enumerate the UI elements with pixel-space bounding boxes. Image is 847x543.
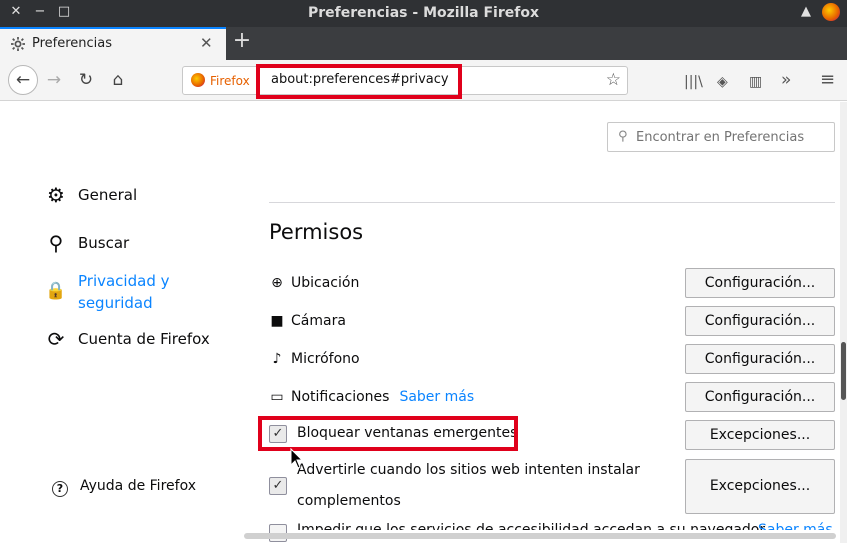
camera-icon: ■: [270, 313, 284, 329]
close-tab-icon[interactable]: ✕: [200, 34, 213, 52]
gear-icon: [11, 37, 25, 51]
warn-addons-label[interactable]: Advertirle cuando los sitios web intente…: [297, 455, 640, 517]
help-icon: ?: [52, 481, 68, 497]
hamburger-menu-icon[interactable]: ≡: [820, 69, 835, 90]
bookmark-star-icon[interactable]: ☆: [606, 70, 621, 90]
firefox-logo-icon: [822, 3, 840, 21]
camera-settings-button[interactable]: Configuración...: [685, 306, 835, 336]
location-icon: ⊕: [271, 275, 283, 291]
permission-camera: ■ Cámara: [270, 313, 346, 329]
overflow-icon[interactable]: »: [781, 70, 791, 90]
category-label: Buscar: [78, 234, 130, 252]
lock-icon: 🔒: [45, 281, 67, 301]
up-arrow-icon[interactable]: ▲: [798, 4, 814, 20]
preferences-search-input[interactable]: ⚲ Encontrar en Preferencias: [607, 122, 835, 152]
vertical-scrollbar[interactable]: [840, 102, 847, 543]
notifications-settings-button[interactable]: Configuración...: [685, 382, 835, 412]
home-button[interactable]: ⌂: [104, 66, 132, 94]
sync-icon: ⟳: [47, 327, 65, 351]
search-icon: ⚲: [618, 129, 628, 144]
permissions-heading: Permisos: [269, 220, 364, 244]
mouse-cursor-icon: [290, 448, 304, 469]
category-label: Cuenta de Firefox: [78, 330, 210, 348]
reload-button[interactable]: ↻: [72, 66, 100, 94]
help-link[interactable]: ? Ayuda de Firefox: [52, 478, 196, 497]
permission-notifications: ▭ Notificaciones Saber más: [270, 389, 475, 405]
category-general[interactable]: ⚙ General: [44, 184, 137, 208]
category-privacy[interactable]: 🔒 Privacidad y seguridad: [44, 270, 169, 314]
sidebar-icon[interactable]: ▥: [749, 74, 762, 90]
warn-addons-checkbox[interactable]: ✓: [269, 477, 287, 495]
microphone-settings-button[interactable]: Configuración...: [685, 344, 835, 374]
section-divider: [269, 202, 835, 203]
addons-exceptions-button[interactable]: Excepciones...: [685, 459, 835, 514]
tab-label: Preferencias: [32, 36, 113, 51]
scroll-thumb[interactable]: [841, 342, 846, 400]
notification-icon: ▭: [270, 389, 284, 405]
horizontal-scrollbar[interactable]: [244, 533, 836, 539]
help-label: Ayuda de Firefox: [80, 478, 196, 494]
popup-exceptions-button[interactable]: Excepciones...: [685, 420, 835, 450]
tab-preferences[interactable]: Preferencias ✕: [0, 27, 226, 60]
title-bar: ✕ − □ Preferencias - Mozilla Firefox ▲: [0, 0, 847, 27]
firefox-icon: [191, 73, 205, 87]
block-popups-highlight-box: [258, 416, 518, 451]
category-label: Privacidad y seguridad: [78, 272, 170, 312]
permission-microphone: ♪ Micrófono: [269, 351, 360, 367]
notifications-learn-more-link[interactable]: Saber más: [399, 389, 474, 405]
permission-location: ⊕ Ubicación: [269, 275, 359, 291]
gear-icon: ⚙: [47, 183, 65, 207]
magnifier-icon: ⚲: [48, 231, 64, 255]
identity-box[interactable]: Firefox: [191, 73, 250, 88]
search-placeholder: Encontrar en Preferencias: [636, 130, 805, 145]
category-sync[interactable]: ⟳ Cuenta de Firefox: [44, 328, 210, 352]
window-title: Preferencias - Mozilla Firefox: [308, 5, 539, 21]
microphone-icon: ♪: [272, 351, 282, 367]
back-button[interactable]: ←: [8, 65, 38, 95]
tab-strip: Preferencias ✕ +: [0, 27, 847, 60]
location-settings-button[interactable]: Configuración...: [685, 268, 835, 298]
shield-icon[interactable]: ◈: [717, 74, 728, 90]
new-tab-button[interactable]: +: [230, 29, 254, 53]
library-icon[interactable]: |||\: [684, 74, 703, 90]
url-highlight-box: [256, 64, 462, 99]
forward-button[interactable]: →: [40, 66, 68, 94]
category-label: General: [78, 186, 138, 204]
category-search[interactable]: ⚲ Buscar: [44, 231, 130, 256]
